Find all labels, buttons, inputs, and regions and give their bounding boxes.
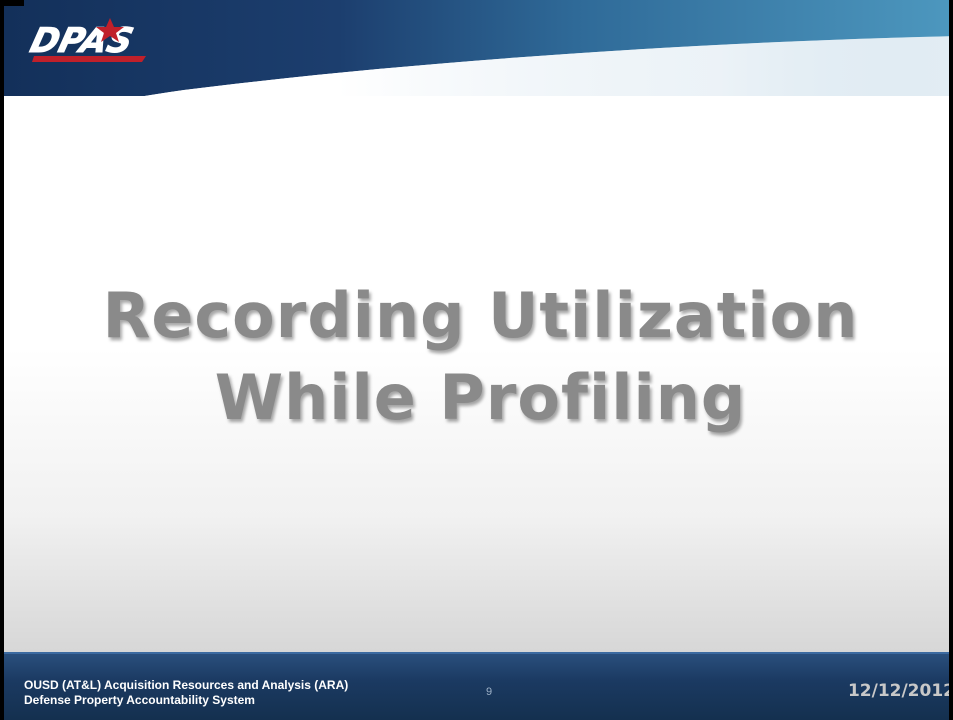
title-line-1: Recording Utilization bbox=[102, 279, 859, 352]
corner-mark bbox=[4, 0, 24, 6]
slide: DPAS Recording Utilization While Profili… bbox=[0, 0, 953, 720]
slide-date: 12/12/2012 bbox=[847, 681, 953, 701]
title-line-2: While Profiling bbox=[214, 361, 747, 434]
footer-line-1: OUSD (AT&L) Acquisition Resources and An… bbox=[24, 678, 349, 692]
slide-title: Recording Utilization While Profiling bbox=[4, 275, 949, 439]
logo-underline bbox=[32, 56, 146, 62]
dpas-logo: DPAS bbox=[26, 18, 146, 62]
page-number: 9 bbox=[486, 686, 493, 698]
footer-organization: OUSD (AT&L) Acquisition Resources and An… bbox=[24, 678, 348, 708]
footer-line-2: Defense Property Accountability System bbox=[24, 693, 255, 707]
